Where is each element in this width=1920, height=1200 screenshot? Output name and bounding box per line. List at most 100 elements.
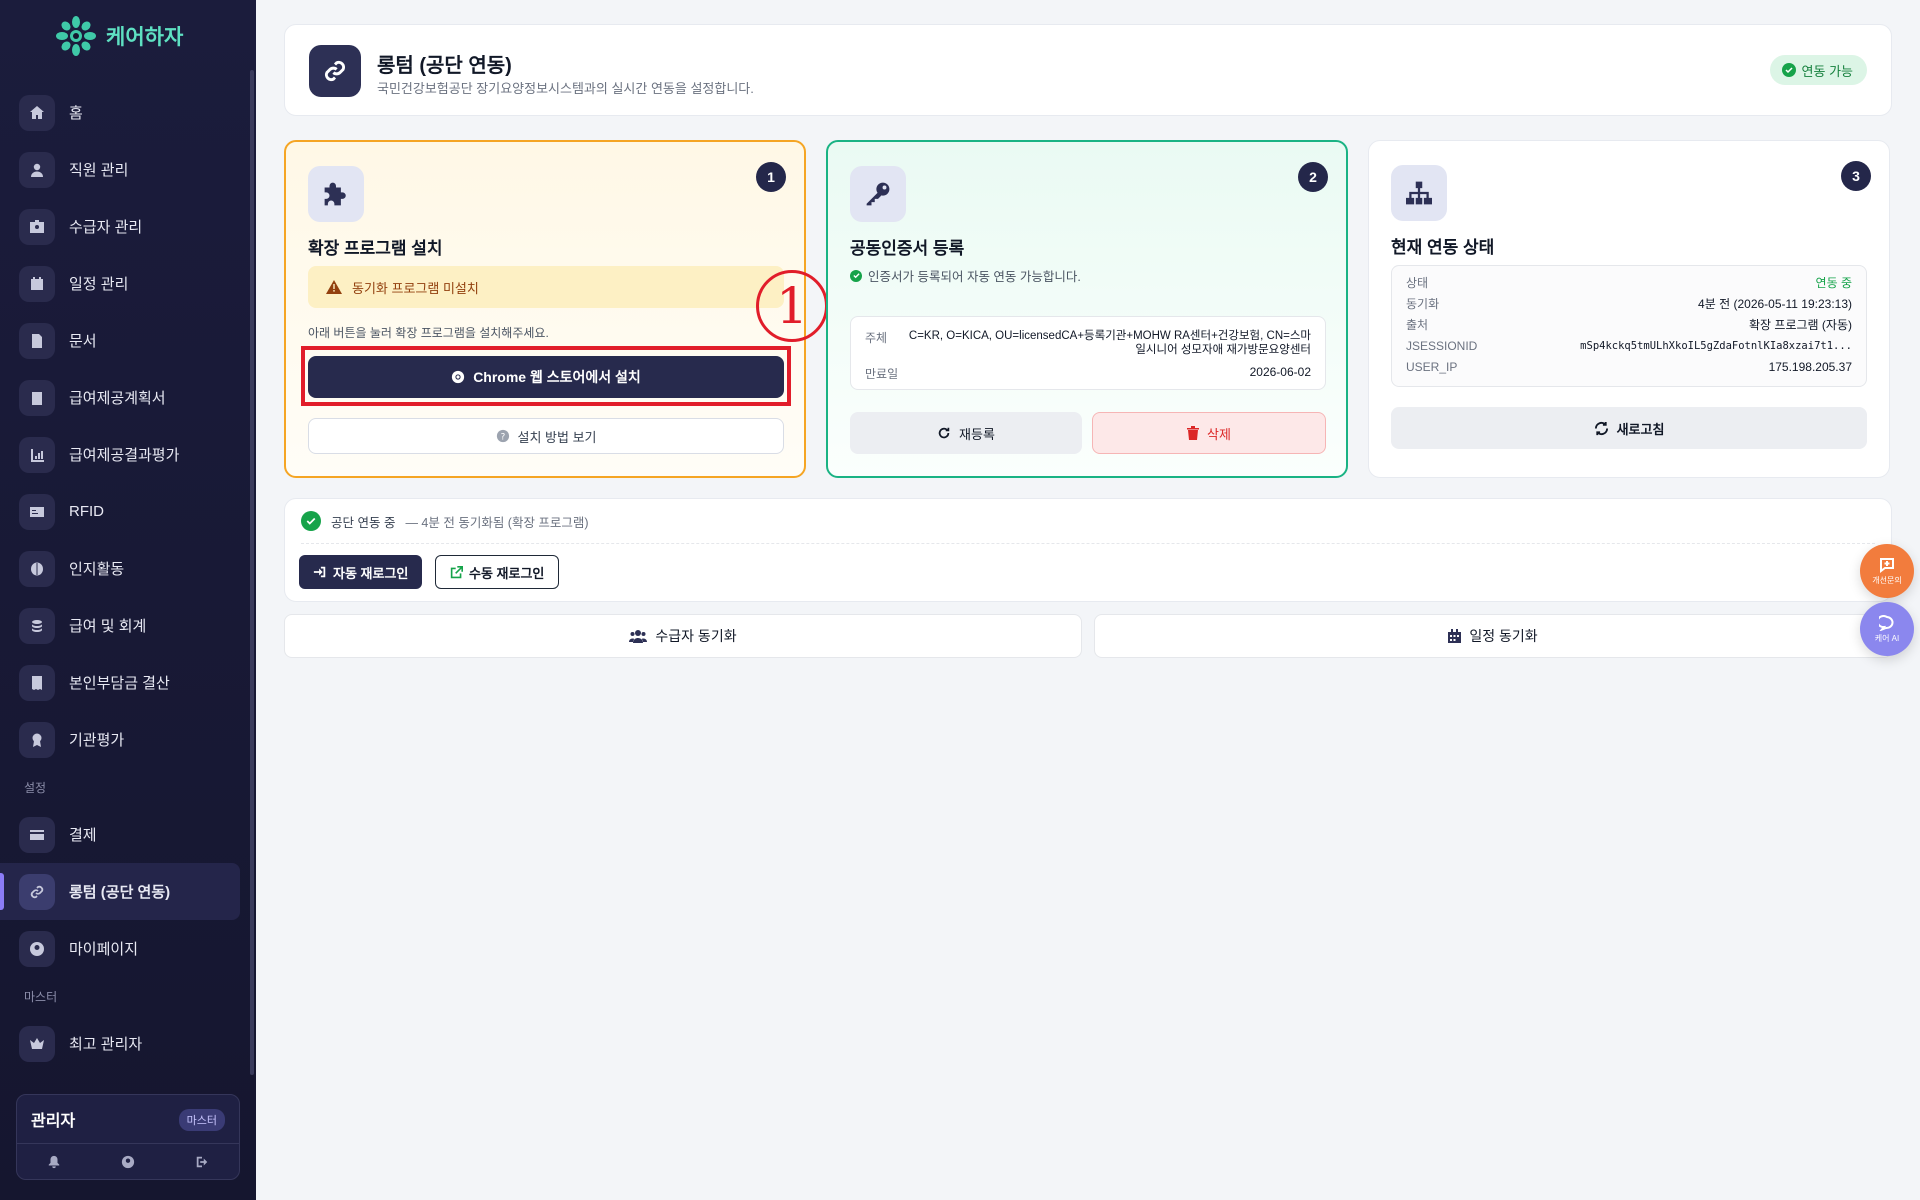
user-circle-icon (121, 1155, 135, 1169)
feedback-fab[interactable]: 개선문의 (1860, 544, 1914, 598)
sidebar-item-label: RFID (69, 503, 104, 520)
reregister-button[interactable]: 재등록 (850, 412, 1082, 454)
user-actions (17, 1145, 239, 1179)
install-button-label: Chrome 웹 스토어에서 설치 (473, 369, 641, 385)
network-icon (1391, 165, 1447, 221)
refresh-icon (938, 427, 950, 439)
schedule-sync-button[interactable]: 일정 동기화 (1094, 614, 1892, 658)
profile-button[interactable] (91, 1145, 165, 1179)
step-number: 3 (1841, 161, 1871, 191)
source-value: 확장 프로그램 (자동) (1749, 318, 1852, 332)
expiry-label: 만료일 (865, 367, 899, 381)
external-link-icon (450, 565, 463, 578)
chart-icon (19, 436, 55, 473)
refresh-label: 새로고침 (1616, 421, 1665, 437)
logout-button[interactable] (165, 1145, 239, 1179)
brand-logo[interactable]: 케어하자 (56, 14, 183, 58)
sidebar-item-cognitive[interactable]: 인지활동 (0, 540, 250, 597)
user-icon (19, 151, 55, 188)
status-row: 상태 연동 중 (1406, 272, 1852, 293)
sidebar-item-copay[interactable]: 본인부담금 결산 (0, 654, 250, 711)
care-ai-fab[interactable]: 케어 AI (1860, 602, 1914, 656)
auto-relogin-button[interactable]: 자동 재로그인 (299, 555, 423, 589)
sidebar-item-staff[interactable]: 직원 관리 (0, 141, 250, 198)
sidebar-item-longterm[interactable]: 롱텀 (공단 연동) (0, 863, 240, 920)
sidebar-item-label: 인지활동 (69, 561, 125, 578)
sync-key: 동기화 (1406, 297, 1440, 311)
connection-status-table: 상태 연동 중 동기화 4분 전 (2026-05-11 19:23:13) 출… (1391, 265, 1867, 387)
calendar-icon (1448, 629, 1462, 643)
link-icon (19, 873, 55, 910)
user-ip-row: USER_IP 175.198.205.37 (1406, 356, 1852, 377)
subject-label: 주체 (865, 331, 888, 345)
manual-relogin-button[interactable]: 수동 재로그인 (435, 555, 560, 589)
user-ip-key: USER_IP (1406, 359, 1458, 374)
crown-icon (19, 1025, 55, 1062)
sync-value: 4분 전 (2026-05-11 19:23:13) (1698, 297, 1852, 311)
puzzle-icon (308, 166, 364, 222)
feedback-fab-label: 개선문의 (1872, 575, 1902, 585)
sidebar-item-rfid[interactable]: RFID (0, 483, 250, 540)
user-ip-value: 175.198.205.37 (1768, 359, 1852, 374)
sidebar-item-payment[interactable]: 결제 (0, 806, 250, 863)
sync-row: 동기화 4분 전 (2026-05-11 19:23:13) (1406, 293, 1852, 314)
sidebar-item-documents[interactable]: 문서 (0, 312, 250, 369)
annotation-number: 1 (756, 270, 828, 342)
refresh-button[interactable]: 새로고침 (1391, 407, 1867, 449)
brain-icon (19, 550, 55, 587)
status-badge: 연동 가능 (1769, 55, 1867, 85)
sidebar-item-schedule[interactable]: 일정 관리 (0, 255, 250, 312)
delete-certificate-button[interactable]: 삭제 (1092, 412, 1326, 454)
sidebar-nav: 홈 직원 관리 수급자 관리 일정 관리 문서 급여제공계획서 급여제공결과평가 (0, 84, 250, 1072)
section-settings: 설정 (24, 780, 47, 795)
source-key: 출처 (1406, 318, 1429, 332)
step-card-status: 3 현재 연동 상태 상태 연동 중 동기화 4분 전 (2026-05-11 … (1368, 140, 1890, 478)
trash-icon (1187, 426, 1200, 440)
sidebar-item-care-evaluation[interactable]: 급여제공결과평가 (0, 426, 250, 483)
sidebar-item-home[interactable]: 홈 (0, 84, 250, 141)
sidebar-item-payroll[interactable]: 급여 및 회계 (0, 597, 250, 654)
guide-button-label: 설치 방법 보기 (517, 429, 597, 445)
chrome-icon (452, 370, 465, 384)
certificate-info: 주체 C=KR, O=KICA, OU=licensedCA+등록기관+MOHW… (850, 316, 1326, 390)
document-icon (19, 322, 55, 359)
sidebar-item-super-admin[interactable]: 최고 관리자 (0, 1015, 250, 1072)
logo-icon (56, 16, 96, 56)
user-card: 관리자 마스터 (16, 1094, 240, 1180)
step-number: 2 (1298, 162, 1328, 192)
award-icon (19, 721, 55, 758)
chrome-store-install-button[interactable]: Chrome 웹 스토어에서 설치 (308, 356, 784, 398)
recipients-sync-button[interactable]: 수급자 동기화 (284, 614, 1082, 658)
user-name: 관리자 (31, 1113, 76, 1130)
sidebar-item-evaluation[interactable]: 기관평가 (0, 711, 250, 768)
sidebar-item-label: 본인부담금 결산 (69, 675, 170, 692)
svg-text:?: ? (500, 433, 505, 443)
sync-icon (1594, 421, 1608, 435)
care-ai-fab-label: 케어 AI (1874, 633, 1900, 643)
id-card-icon (19, 208, 55, 245)
connection-status-line: 공단 연동 중 — 4분 전 동기화됨 (확장 프로그램) (301, 511, 589, 531)
check-circle-icon (301, 511, 321, 531)
sidebar-item-mypage[interactable]: 마이페이지 (0, 920, 250, 977)
section-master: 마스터 (24, 989, 58, 1004)
sidebar-scrollbar[interactable] (250, 70, 254, 1075)
sidebar-item-label: 직원 관리 (69, 162, 129, 179)
user-circle-icon (19, 930, 55, 967)
status-badge-label: 연동 가능 (1801, 63, 1853, 79)
sidebar-item-label: 마이페이지 (69, 941, 139, 958)
schedule-sync-label: 일정 동기화 (1469, 628, 1538, 644)
sidebar-item-care-plan[interactable]: 급여제공계획서 (0, 369, 250, 426)
sidebar-item-label: 문서 (69, 333, 97, 350)
calendar-icon (19, 265, 55, 302)
source-row: 출처 확장 프로그램 (자동) (1406, 314, 1852, 335)
sidebar: 케어하자 홈 직원 관리 수급자 관리 일정 관리 문서 급여제공계획서 급여제… (0, 0, 256, 1200)
install-guide-button[interactable]: ? 설치 방법 보기 (308, 418, 784, 454)
clipboard-icon (19, 379, 55, 416)
page-title: 롱텀 (공단 연동) (377, 55, 512, 77)
delete-label: 삭제 (1207, 426, 1231, 442)
sidebar-item-recipients[interactable]: 수급자 관리 (0, 198, 250, 255)
link-icon (309, 45, 361, 97)
status-value: 연동 중 (1815, 276, 1852, 290)
sidebar-item-label: 급여제공결과평가 (69, 447, 180, 464)
notifications-button[interactable] (17, 1145, 91, 1179)
